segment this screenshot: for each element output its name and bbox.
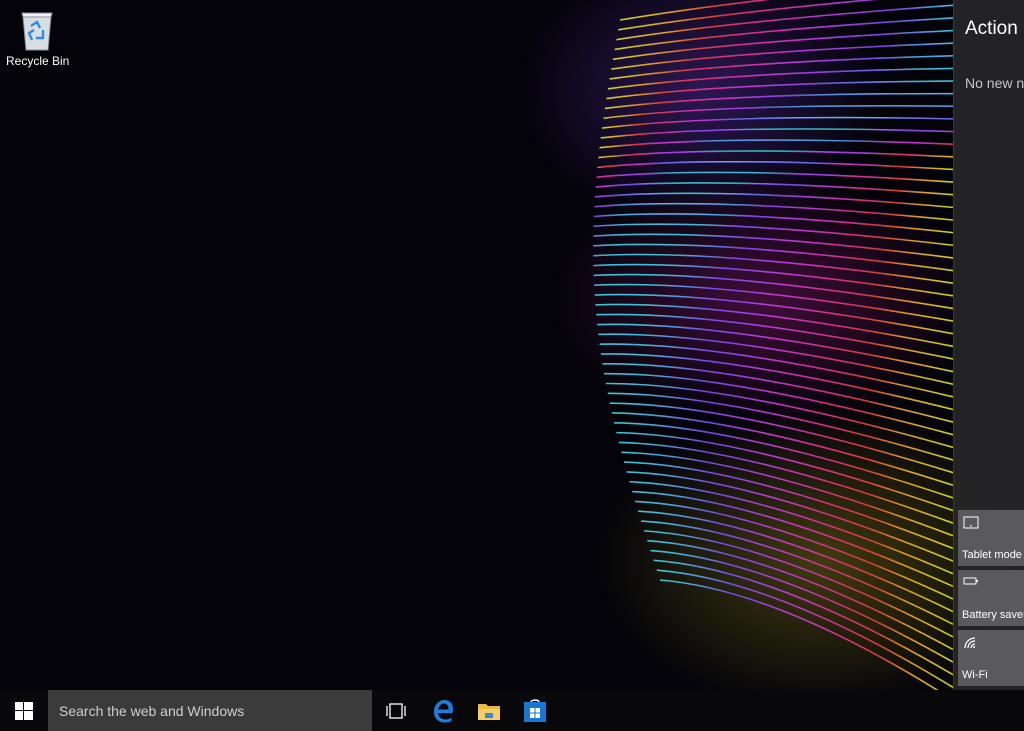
quick-action-tablet-mode[interactable]: Tablet mode <box>958 510 1024 566</box>
feather-barb <box>619 0 771 21</box>
taskbar: Search the web and Windows <box>0 690 1024 731</box>
quick-action-label: Battery saver <box>962 609 1024 621</box>
no-notifications-text: No new n <box>965 75 1024 91</box>
search-placeholder: Search the web and Windows <box>59 702 245 719</box>
feather-wallpaper <box>593 0 953 690</box>
action-center-panel: Action No new n Tablet mode Battery save… <box>953 0 1024 690</box>
feather-barb <box>603 105 953 120</box>
feather-barb <box>599 343 953 398</box>
battery-icon <box>963 577 978 585</box>
quick-action-label: Wi-Fi <box>962 669 988 681</box>
quick-action-wifi[interactable]: Wi-Fi <box>958 630 1024 686</box>
search-box[interactable]: Search the web and Windows <box>48 690 372 731</box>
quick-action-battery-saver[interactable]: Battery saver <box>958 570 1024 626</box>
file-explorer-button[interactable] <box>467 690 511 731</box>
feather-barb <box>593 253 953 284</box>
recycle-bin[interactable]: Recycle Bin <box>6 8 70 68</box>
feather-barb <box>599 139 953 149</box>
feather-barb <box>600 128 953 139</box>
feather-barb <box>598 150 953 159</box>
feather-barb <box>593 263 953 297</box>
recycle-bin-icon <box>21 12 53 51</box>
feather-barb <box>659 579 939 690</box>
feather-barb <box>609 54 953 80</box>
quick-action-label: Tablet mode <box>962 549 1022 561</box>
task-view-button[interactable] <box>374 690 418 731</box>
file-explorer-icon <box>478 703 500 720</box>
edge-button[interactable] <box>421 690 465 731</box>
start-button[interactable] <box>0 690 48 731</box>
feather-barb <box>595 182 953 196</box>
store-button[interactable] <box>513 690 557 731</box>
feather-barb <box>609 402 953 474</box>
feather-barb <box>626 471 953 562</box>
windows-logo-icon <box>15 701 33 720</box>
feather-barb <box>616 431 953 512</box>
feather-barb <box>611 42 953 70</box>
recycle-bin-label: Recycle Bin <box>6 54 70 68</box>
action-center-title: Action <box>965 18 1018 39</box>
store-icon <box>524 698 546 722</box>
feather-barb <box>594 192 953 209</box>
feather-barb <box>656 569 953 689</box>
feather-barb <box>618 0 878 31</box>
feather-barb <box>593 243 953 272</box>
feather-barb <box>593 213 953 234</box>
desktop: Recycle Bin <box>0 0 1024 690</box>
feather-barb <box>597 161 953 171</box>
feather-barb <box>601 116 953 129</box>
wifi-icon <box>964 637 976 649</box>
tablet-mode-icon <box>963 516 979 529</box>
task-view-icon <box>386 702 406 719</box>
feather-barb <box>653 559 953 676</box>
feather-barb <box>598 333 953 385</box>
feather-barb <box>596 171 953 183</box>
edge-icon <box>434 699 453 722</box>
feather-barb <box>593 273 953 310</box>
